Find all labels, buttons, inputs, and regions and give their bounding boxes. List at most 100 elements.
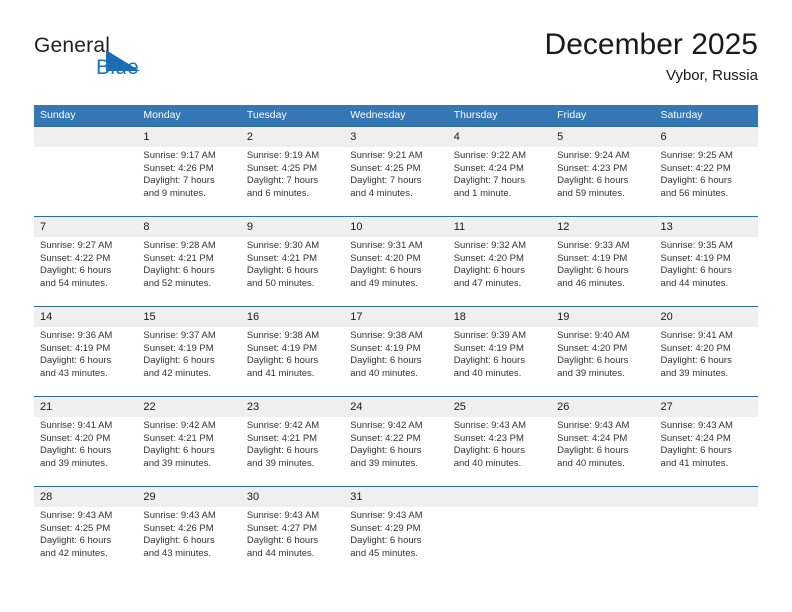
daylight-text-line1: Daylight: 6 hours — [660, 445, 732, 457]
daylight-text-line2: and 44 minutes. — [660, 277, 729, 289]
day-cell[interactable]: 17 Sunrise: 9:38 AM Sunset: 4:19 PM Dayl… — [344, 306, 448, 397]
sunset-text: Sunset: 4:20 PM — [660, 342, 731, 354]
day-details — [655, 507, 758, 510]
daylight-text-line1: Daylight: 6 hours — [143, 445, 215, 457]
sunset-text: Sunset: 4:19 PM — [143, 342, 214, 354]
day-details: Sunrise: 9:42 AM Sunset: 4:21 PM Dayligh… — [137, 417, 240, 470]
day-cell[interactable]: 15 Sunrise: 9:37 AM Sunset: 4:19 PM Dayl… — [137, 306, 241, 397]
daylight-text-line2: and 39 minutes. — [350, 457, 418, 469]
page-header: General Blue December 2025 Vybor, Russia — [34, 28, 758, 94]
daylight-text-line1: Daylight: 6 hours — [453, 265, 525, 277]
calendar-week-row: 14 Sunrise: 9:36 AM Sunset: 4:19 PM Dayl… — [34, 306, 758, 397]
day-number: 15 — [137, 307, 241, 327]
day-details: Sunrise: 9:21 AM Sunset: 4:25 PM Dayligh… — [344, 147, 447, 200]
sunset-text: Sunset: 4:25 PM — [350, 162, 421, 174]
day-cell[interactable]: 18 Sunrise: 9:39 AM Sunset: 4:19 PM Dayl… — [447, 306, 552, 397]
day-cell[interactable]: 14 Sunrise: 9:36 AM Sunset: 4:19 PM Dayl… — [34, 306, 138, 397]
day-details: Sunrise: 9:31 AM Sunset: 4:20 PM Dayligh… — [344, 237, 447, 290]
day-cell[interactable]: 10 Sunrise: 9:31 AM Sunset: 4:20 PM Dayl… — [344, 216, 448, 307]
day-number: 21 — [34, 397, 138, 417]
sunrise-text: Sunrise: 9:40 AM — [557, 330, 630, 341]
daylight-text-line1: Daylight: 6 hours — [660, 355, 732, 367]
daylight-text-line2: and 44 minutes. — [246, 547, 315, 559]
day-cell[interactable]: 24 Sunrise: 9:42 AM Sunset: 4:22 PM Dayl… — [344, 396, 448, 487]
day-cell[interactable]: 20 Sunrise: 9:41 AM Sunset: 4:20 PM Dayl… — [654, 306, 758, 397]
daylight-text-line2: and 45 minutes. — [350, 547, 418, 559]
day-details: Sunrise: 9:28 AM Sunset: 4:21 PM Dayligh… — [137, 237, 240, 290]
title-block: December 2025 Vybor, Russia — [545, 28, 758, 86]
weekday-header-tuesday: Tuesday — [240, 105, 345, 127]
day-details: Sunrise: 9:30 AM Sunset: 4:21 PM Dayligh… — [241, 237, 344, 290]
weekday-header-thursday: Thursday — [447, 105, 552, 127]
day-cell[interactable]: 7 Sunrise: 9:27 AM Sunset: 4:22 PM Dayli… — [34, 216, 138, 307]
day-cell[interactable]: 28 Sunrise: 9:43 AM Sunset: 4:25 PM Dayl… — [34, 486, 138, 576]
daylight-text-line2: and 47 minutes. — [453, 277, 522, 289]
day-details: Sunrise: 9:41 AM Sunset: 4:20 PM Dayligh… — [34, 417, 137, 470]
day-cell[interactable]: 1 Sunrise: 9:17 AM Sunset: 4:26 PM Dayli… — [137, 126, 241, 217]
sunrise-text: Sunrise: 9:39 AM — [453, 330, 527, 341]
day-cell[interactable]: 13 Sunrise: 9:35 AM Sunset: 4:19 PM Dayl… — [654, 216, 758, 307]
day-number: 6 — [654, 127, 758, 147]
day-number: 24 — [344, 397, 448, 417]
sunrise-text: Sunrise: 9:36 AM — [40, 330, 113, 341]
sunset-text: Sunset: 4:21 PM — [143, 252, 214, 264]
day-number — [447, 487, 552, 507]
day-cell[interactable] — [654, 486, 758, 576]
day-cell[interactable]: 5 Sunrise: 9:24 AM Sunset: 4:23 PM Dayli… — [551, 126, 655, 217]
day-cell[interactable] — [34, 126, 138, 217]
day-cell[interactable]: 12 Sunrise: 9:33 AM Sunset: 4:19 PM Dayl… — [551, 216, 655, 307]
daylight-text-line1: Daylight: 6 hours — [557, 265, 629, 277]
sunset-text: Sunset: 4:22 PM — [40, 252, 111, 264]
sunset-text: Sunset: 4:22 PM — [660, 162, 731, 174]
weekday-header-saturday: Saturday — [654, 105, 758, 127]
daylight-text-line1: Daylight: 7 hours — [350, 175, 422, 187]
day-cell[interactable] — [551, 486, 655, 576]
sunset-text: Sunset: 4:25 PM — [246, 162, 318, 174]
weekday-header-row: Sunday Monday Tuesday Wednesday Thursday… — [34, 105, 758, 127]
daylight-text-line2: and 39 minutes. — [557, 367, 625, 379]
sunset-text: Sunset: 4:20 PM — [40, 432, 111, 444]
day-cell[interactable]: 21 Sunrise: 9:41 AM Sunset: 4:20 PM Dayl… — [34, 396, 138, 487]
sunset-text: Sunset: 4:21 PM — [246, 252, 318, 264]
day-cell[interactable]: 2 Sunrise: 9:19 AM Sunset: 4:25 PM Dayli… — [240, 126, 345, 217]
day-details: Sunrise: 9:32 AM Sunset: 4:20 PM Dayligh… — [448, 237, 551, 290]
day-details: Sunrise: 9:43 AM Sunset: 4:25 PM Dayligh… — [34, 507, 137, 560]
day-cell[interactable]: 31 Sunrise: 9:43 AM Sunset: 4:29 PM Dayl… — [344, 486, 448, 576]
day-cell[interactable]: 23 Sunrise: 9:42 AM Sunset: 4:21 PM Dayl… — [240, 396, 345, 487]
daylight-text-line1: Daylight: 7 hours — [143, 175, 215, 187]
day-cell[interactable] — [447, 486, 552, 576]
day-cell[interactable]: 22 Sunrise: 9:42 AM Sunset: 4:21 PM Dayl… — [137, 396, 241, 487]
day-cell[interactable]: 27 Sunrise: 9:43 AM Sunset: 4:24 PM Dayl… — [654, 396, 758, 487]
day-cell[interactable]: 9 Sunrise: 9:30 AM Sunset: 4:21 PM Dayli… — [240, 216, 345, 307]
day-cell[interactable]: 3 Sunrise: 9:21 AM Sunset: 4:25 PM Dayli… — [344, 126, 448, 217]
day-details: Sunrise: 9:42 AM Sunset: 4:22 PM Dayligh… — [344, 417, 447, 470]
day-details: Sunrise: 9:43 AM Sunset: 4:24 PM Dayligh… — [551, 417, 654, 470]
calendar-week-row: 21 Sunrise: 9:41 AM Sunset: 4:20 PM Dayl… — [34, 396, 758, 487]
day-cell[interactable]: 19 Sunrise: 9:40 AM Sunset: 4:20 PM Dayl… — [551, 306, 655, 397]
daylight-text-line1: Daylight: 6 hours — [143, 355, 215, 367]
day-cell[interactable]: 26 Sunrise: 9:43 AM Sunset: 4:24 PM Dayl… — [551, 396, 655, 487]
daylight-text-line2: and 46 minutes. — [557, 277, 625, 289]
daylight-text-line2: and 40 minutes. — [453, 367, 522, 379]
day-number: 9 — [240, 217, 345, 237]
day-cell[interactable]: 6 Sunrise: 9:25 AM Sunset: 4:22 PM Dayli… — [654, 126, 758, 217]
daylight-text-line1: Daylight: 6 hours — [40, 265, 112, 277]
day-cell[interactable]: 11 Sunrise: 9:32 AM Sunset: 4:20 PM Dayl… — [447, 216, 552, 307]
calendar-week-row: 28 Sunrise: 9:43 AM Sunset: 4:25 PM Dayl… — [34, 486, 758, 576]
daylight-text-line2: and 39 minutes. — [143, 457, 212, 469]
day-number: 7 — [34, 217, 138, 237]
day-details: Sunrise: 9:24 AM Sunset: 4:23 PM Dayligh… — [551, 147, 654, 200]
day-cell[interactable]: 30 Sunrise: 9:43 AM Sunset: 4:27 PM Dayl… — [240, 486, 345, 576]
day-cell[interactable]: 16 Sunrise: 9:38 AM Sunset: 4:19 PM Dayl… — [240, 306, 345, 397]
day-cell[interactable]: 29 Sunrise: 9:43 AM Sunset: 4:26 PM Dayl… — [137, 486, 241, 576]
day-details: Sunrise: 9:33 AM Sunset: 4:19 PM Dayligh… — [551, 237, 654, 290]
sunrise-text: Sunrise: 9:37 AM — [143, 330, 216, 341]
day-cell[interactable]: 8 Sunrise: 9:28 AM Sunset: 4:21 PM Dayli… — [137, 216, 241, 307]
general-blue-logo[interactable]: General Blue — [34, 34, 214, 90]
daylight-text-line2: and 50 minutes. — [246, 277, 315, 289]
day-number: 17 — [344, 307, 448, 327]
daylight-text-line2: and 41 minutes. — [660, 457, 729, 469]
sunrise-text: Sunrise: 9:25 AM — [660, 150, 733, 161]
day-cell[interactable]: 4 Sunrise: 9:22 AM Sunset: 4:24 PM Dayli… — [447, 126, 552, 217]
day-cell[interactable]: 25 Sunrise: 9:43 AM Sunset: 4:23 PM Dayl… — [447, 396, 552, 487]
